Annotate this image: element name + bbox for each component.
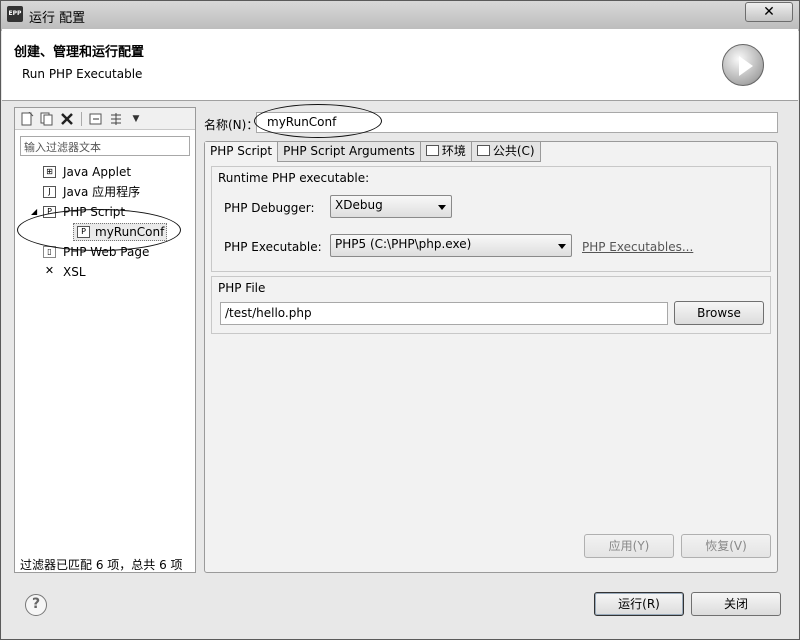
php-web-page-icon: ▯ (43, 246, 56, 258)
browse-button[interactable]: Browse (674, 301, 764, 325)
delete-icon[interactable] (59, 111, 75, 127)
revert-button[interactable]: 恢复(V) (681, 534, 771, 558)
tree-item-java-app[interactable]: J Java 应用程序 (15, 182, 195, 202)
php-executables-link[interactable]: PHP Executables... (582, 240, 693, 254)
tab-php-script-arguments[interactable]: PHP Script Arguments (278, 142, 421, 162)
run-icon (722, 44, 764, 86)
dialog-body: ▼ 输入过滤器文本 ⊞ Java Applet J Java 应用程序 ◢ P … (2, 101, 798, 639)
tab-label: 环境 (441, 144, 466, 158)
help-icon[interactable]: ? (25, 594, 47, 616)
header-subtitle: Run PHP Executable (22, 67, 143, 81)
config-toolbar: ▼ (15, 108, 195, 130)
chevron-down-icon (558, 244, 566, 249)
debugger-label: PHP Debugger: (224, 201, 315, 215)
window-title: 运行 配置 (29, 11, 86, 26)
chevron-down-icon[interactable]: ▼ (128, 111, 144, 127)
name-label: 名称(N)： (204, 118, 259, 132)
header-title: 创建、管理和运行配置 (14, 45, 145, 60)
xsl-icon: ✕ (44, 264, 55, 277)
runtime-group: Runtime PHP executable: PHP Debugger: XD… (211, 166, 771, 272)
tab-environment[interactable]: 环境 (420, 142, 472, 162)
executable-label: PHP Executable: (224, 240, 322, 254)
tab-php-script[interactable]: PHP Script (205, 142, 279, 162)
tab-bar: PHP Script PHP Script Arguments 环境 公共(C) (205, 142, 541, 162)
app-icon: EPP (7, 6, 23, 22)
close-window-button[interactable]: ✕ (745, 2, 793, 22)
debugger-value: XDebug (335, 198, 383, 212)
tab-label: 公共(C) (492, 144, 535, 158)
title-bar: EPP 运行 配置 ✕ (1, 1, 799, 29)
tree-item-label: XSL (63, 265, 86, 279)
new-config-icon[interactable] (19, 111, 35, 127)
annotation-ellipse (254, 104, 382, 138)
filter-match-status: 过滤器已匹配 6 项，总共 6 项 (20, 558, 183, 572)
executable-select[interactable]: PHP5 (C:\PHP\php.exe) (330, 234, 572, 257)
toolbar-separator (81, 111, 82, 126)
environment-icon (425, 145, 439, 156)
dialog-header: 创建、管理和运行配置 Run PHP Executable (2, 29, 798, 101)
tree-item-java-applet[interactable]: ⊞ Java Applet (15, 162, 195, 182)
chevron-down-icon (438, 205, 446, 210)
annotation-ellipse (17, 209, 181, 251)
config-tabs-frame: PHP Script PHP Script Arguments 环境 公共(C)… (204, 141, 778, 573)
config-list-panel: ▼ 输入过滤器文本 ⊞ Java Applet J Java 应用程序 ◢ P … (14, 107, 196, 573)
apply-button[interactable]: 应用(Y) (584, 534, 674, 558)
php-file-field[interactable]: /test/hello.php (220, 302, 668, 325)
executable-value: PHP5 (C:\PHP\php.exe) (335, 237, 472, 251)
java-app-icon: J (43, 186, 56, 198)
run-config-dialog: EPP 运行 配置 ✕ 创建、管理和运行配置 Run PHP Executabl… (0, 0, 800, 640)
collapse-icon[interactable] (88, 111, 104, 127)
run-button[interactable]: 运行(R) (594, 592, 684, 616)
php-file-group: PHP File /test/hello.php Browse (211, 276, 771, 334)
duplicate-icon[interactable] (39, 111, 55, 127)
debugger-select[interactable]: XDebug (330, 195, 452, 218)
runtime-group-title: Runtime PHP executable: (218, 171, 370, 185)
close-button[interactable]: 关闭 (691, 592, 781, 616)
tree-item-label: Java 应用程序 (63, 185, 141, 199)
php-file-group-title: PHP File (218, 281, 266, 295)
tree-item-xsl[interactable]: ✕ XSL (15, 262, 195, 282)
tab-common[interactable]: 公共(C) (471, 142, 541, 162)
common-icon (476, 145, 490, 156)
tree-item-label: Java Applet (63, 165, 132, 179)
filter-icon[interactable] (108, 111, 124, 127)
java-applet-icon: ⊞ (43, 166, 56, 178)
filter-input[interactable]: 输入过滤器文本 (20, 136, 190, 156)
